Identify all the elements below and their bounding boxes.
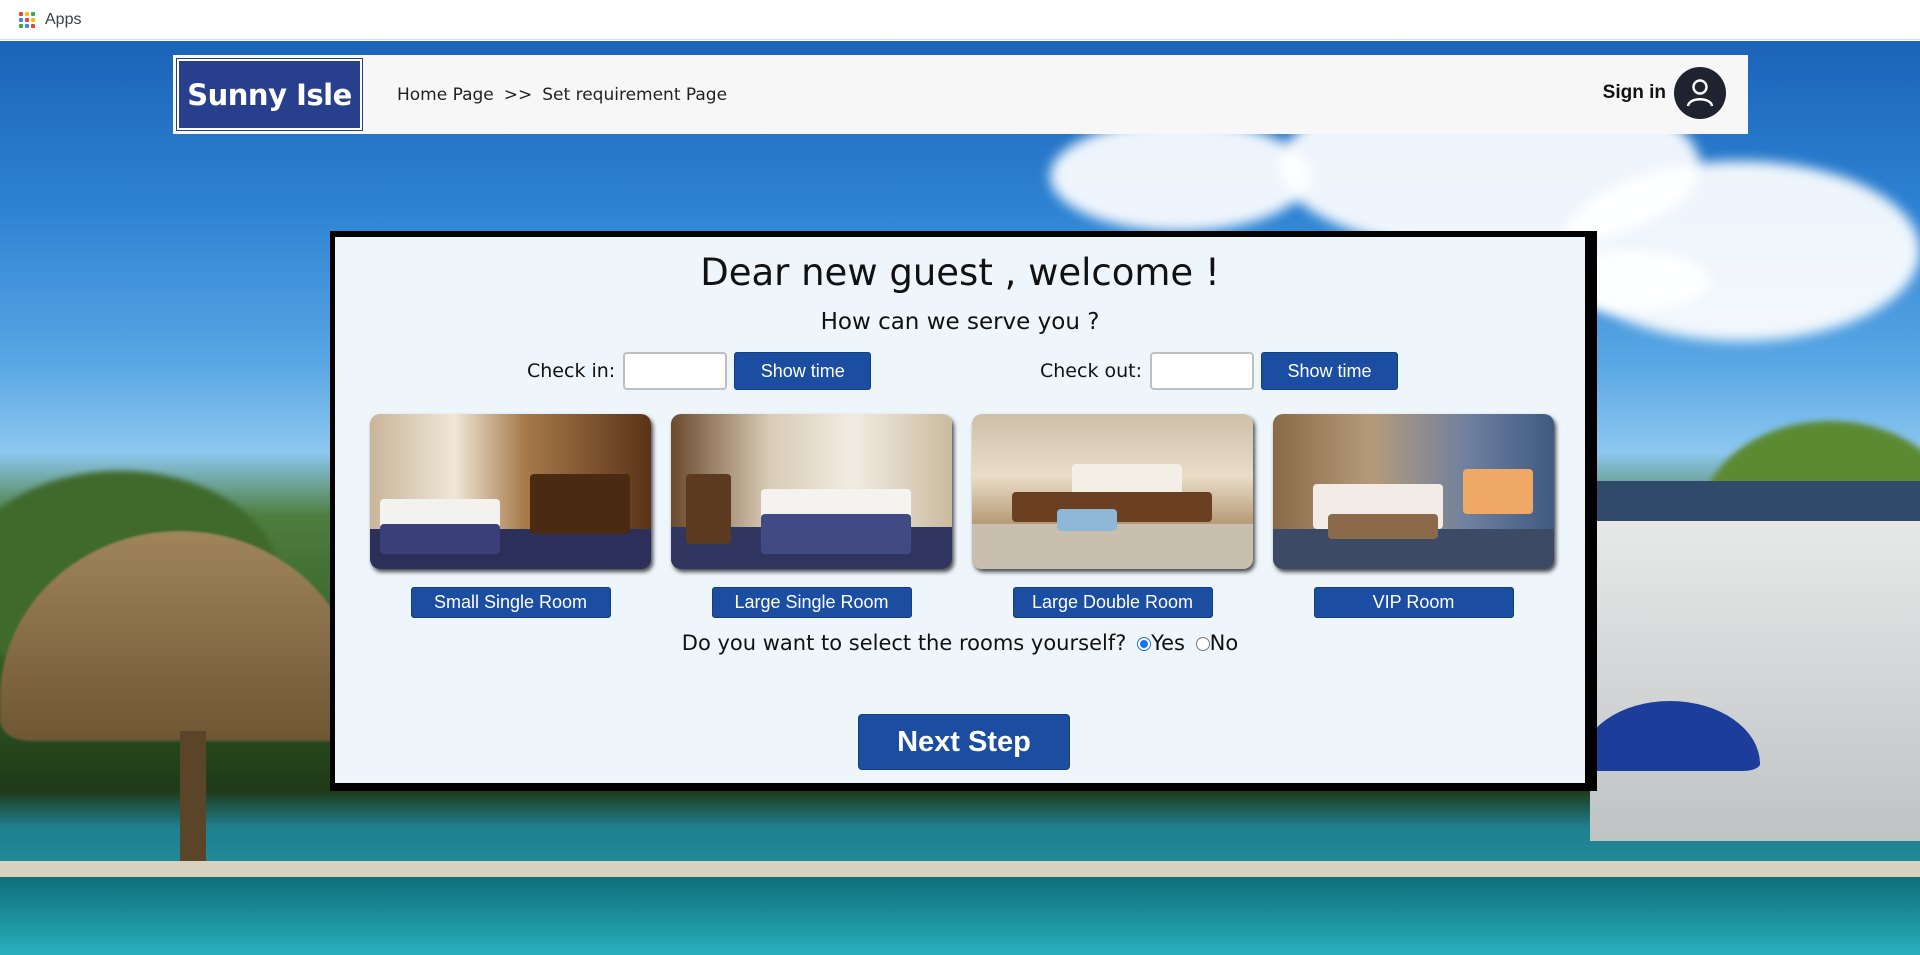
select-yes-label[interactable]: Yes xyxy=(1151,631,1185,655)
next-step-button[interactable]: Next Step xyxy=(858,714,1070,770)
apps-grid-dot xyxy=(31,23,35,28)
breadcrumb-home-link[interactable]: Home Page xyxy=(397,85,494,105)
check-in-input[interactable] xyxy=(623,352,728,390)
room-button-large-single[interactable]: Large Single Room xyxy=(711,587,912,618)
apps-grid-dot xyxy=(19,11,23,16)
check-in-label: Check in: xyxy=(527,360,616,382)
room-photo-large-single[interactable] xyxy=(671,414,952,569)
room-photo-small-single[interactable] xyxy=(370,414,651,569)
room-card-small-single: Small Single Room xyxy=(370,414,651,618)
room-card-large-single: Large Single Room xyxy=(671,414,952,618)
sign-in-button[interactable]: Sign in xyxy=(1603,67,1726,119)
apps-link[interactable]: Apps xyxy=(45,11,81,29)
apps-grid-dot xyxy=(31,11,35,16)
apps-grid-icon[interactable] xyxy=(19,11,35,28)
room-photo-vip[interactable] xyxy=(1273,414,1554,569)
self-select-question: Do you want to select the rooms yourself… xyxy=(335,631,1585,655)
apps-grid-dot xyxy=(19,23,23,28)
check-out-input[interactable] xyxy=(1150,352,1255,390)
check-out-label: Check out: xyxy=(1040,360,1143,382)
apps-grid-dot xyxy=(31,17,35,22)
breadcrumb-separator: >> xyxy=(503,85,533,105)
check-out-show-time-button[interactable]: Show time xyxy=(1261,352,1399,390)
select-no-label[interactable]: No xyxy=(1210,631,1239,655)
apps-grid-dot xyxy=(19,17,23,22)
room-button-vip[interactable]: VIP Room xyxy=(1313,587,1514,618)
bookmarks-bar: Apps xyxy=(0,0,1920,40)
apps-grid-dot xyxy=(25,11,29,16)
room-card-large-double: Large Double Room xyxy=(972,414,1253,618)
check-in-row: Check in: Show time xyxy=(527,352,872,390)
apps-grid-dot xyxy=(25,17,29,22)
select-yes-radio[interactable] xyxy=(1137,637,1152,651)
breadcrumb: Home Page >> Set requirement Page xyxy=(397,85,727,105)
logo-text: Sunny Isle xyxy=(187,77,352,112)
welcome-heading: Dear new guest , welcome ! xyxy=(700,251,1220,294)
select-no-radio[interactable] xyxy=(1195,637,1210,651)
breadcrumb-current: Set requirement Page xyxy=(542,85,728,105)
site-header: Sunny Isle Home Page >> Set requirement … xyxy=(173,55,1748,134)
sign-in-label: Sign in xyxy=(1602,82,1666,103)
room-button-small-single[interactable]: Small Single Room xyxy=(410,587,611,618)
room-photo-large-double[interactable] xyxy=(972,414,1253,569)
check-in-show-time-button[interactable]: Show time xyxy=(734,352,872,390)
room-card-vip: VIP Room xyxy=(1273,414,1554,618)
sunny-isle-logo[interactable]: Sunny Isle xyxy=(176,58,363,131)
apps-grid-dot xyxy=(25,23,29,28)
room-button-large-double[interactable]: Large Double Room xyxy=(1012,587,1213,618)
check-out-row: Check out: Show time xyxy=(1040,352,1399,390)
self-select-label: Do you want to select the rooms yourself… xyxy=(681,631,1127,655)
welcome-subtitle: How can we serve you ? xyxy=(820,309,1100,335)
user-icon xyxy=(1674,67,1726,119)
requirement-card: Dear new guest , welcome ! How can we se… xyxy=(330,231,1597,791)
